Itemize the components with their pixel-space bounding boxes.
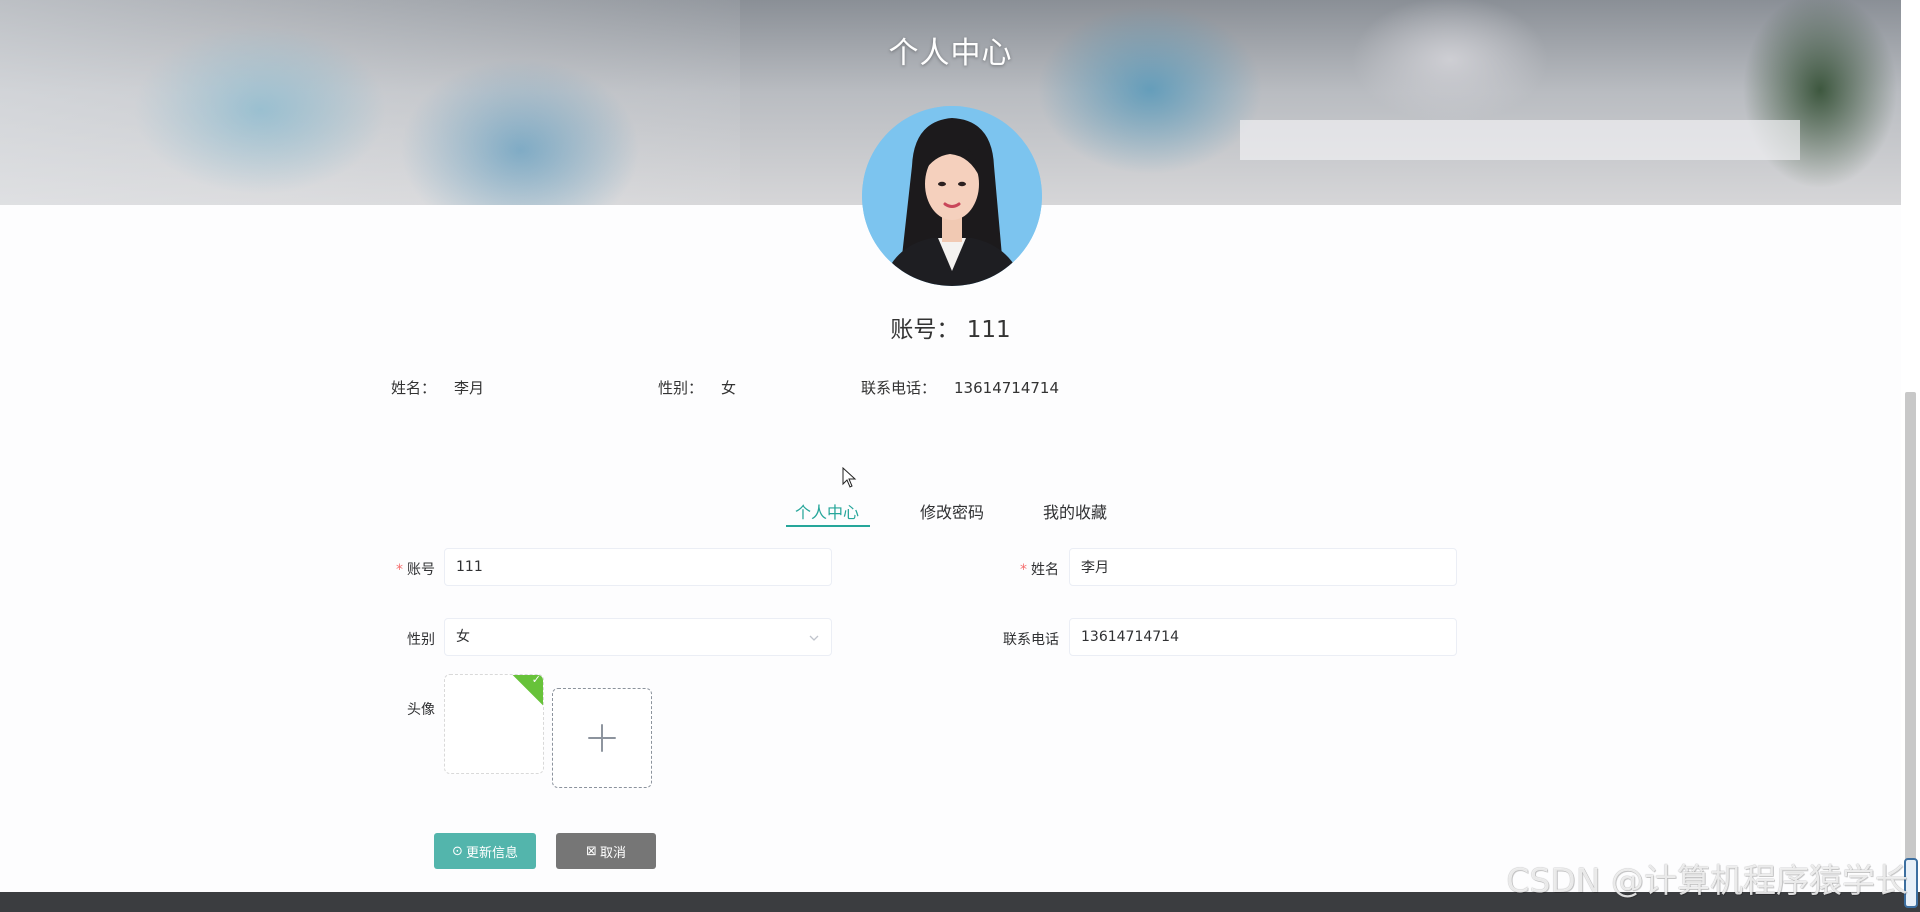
plus-icon <box>588 724 616 752</box>
account-display-label: 账号： <box>890 317 960 343</box>
required-mark: * <box>396 562 403 578</box>
uploaded-avatar-card[interactable]: ✓ <box>444 674 544 774</box>
chevron-down-icon <box>809 635 819 641</box>
name-field-label: * 姓名 <box>979 559 1059 579</box>
name-input[interactable] <box>1069 548 1457 586</box>
gender-field-label: 性别 <box>407 632 435 648</box>
tab-profile[interactable]: 个人中心 <box>795 499 859 535</box>
required-mark: * <box>1020 562 1027 578</box>
avatar-upload-button[interactable] <box>552 688 652 788</box>
name-field-label-text: 姓名 <box>1031 562 1059 578</box>
account-display-value: 111 <box>966 317 1011 343</box>
tab-favorites[interactable]: 我的收藏 <box>1043 499 1107 535</box>
account-field-label: * 账号 <box>355 559 435 579</box>
tab-active-indicator <box>786 525 870 527</box>
info-name-value: 李月 <box>454 379 485 397</box>
square-x-icon: ⊠ <box>586 843 597 859</box>
info-phone-label: 联系电话： <box>861 379 937 397</box>
info-phone: 联系电话： 13614714714 <box>861 377 1059 398</box>
check-icon: ✓ <box>531 674 541 687</box>
account-display: 账号： 111 <box>0 310 1901 344</box>
watermark: CSDN @计算机程序猿学长 <box>1506 861 1908 900</box>
info-name: 姓名： 李月 <box>391 377 484 398</box>
upload-success-badge: ✓ <box>511 674 543 707</box>
profile-avatar <box>862 106 1042 286</box>
gender-select-value: 女 <box>456 629 470 645</box>
avatar-field-label: 头像 <box>407 702 435 718</box>
update-info-button[interactable]: ⊙ 更新信息 <box>434 833 536 869</box>
page-title: 个人中心 <box>888 36 1013 71</box>
phone-field-label: 联系电话 <box>1003 632 1059 648</box>
info-gender-label: 性别： <box>658 379 704 397</box>
scrollbar-thumb[interactable] <box>1905 392 1916 892</box>
info-gender: 性别： 女 <box>658 377 736 398</box>
mouse-cursor-icon <box>842 467 857 488</box>
info-gender-value: 女 <box>721 379 737 397</box>
tab-change-password[interactable]: 修改密码 <box>920 499 984 535</box>
cancel-button[interactable]: ⊠ 取消 <box>556 833 656 869</box>
page-scrollbar[interactable] <box>1901 0 1920 892</box>
cancel-button-label: 取消 <box>599 845 626 861</box>
update-info-button-label: 更新信息 <box>465 845 518 861</box>
circle-check-icon: ⊙ <box>452 843 463 859</box>
account-input[interactable] <box>444 548 832 586</box>
gender-select[interactable]: 女 <box>444 618 832 656</box>
info-phone-value: 13614714714 <box>954 379 1059 397</box>
phone-input[interactable] <box>1069 618 1457 656</box>
banner-background-shelf <box>1240 120 1800 160</box>
info-name-label: 姓名： <box>391 379 437 397</box>
account-field-label-text: 账号 <box>407 562 435 578</box>
